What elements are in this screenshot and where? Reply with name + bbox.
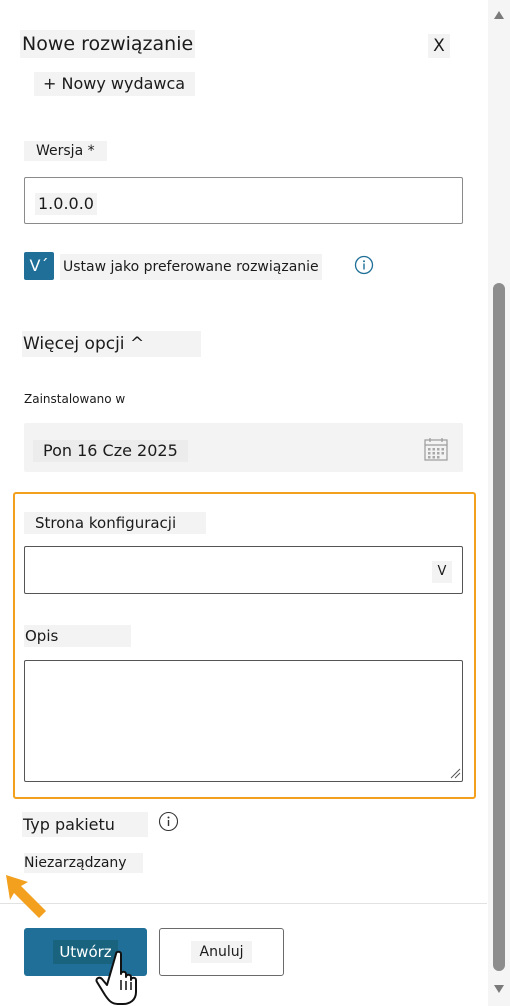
more-options-toggle[interactable]: Więcej opcji ^ [22, 331, 201, 357]
arrow-pointer-icon [6, 875, 46, 918]
hand-cursor-icon [95, 950, 137, 1005]
preferred-checkbox[interactable]: V´ [24, 252, 54, 280]
config-page-select[interactable] [24, 546, 463, 594]
chevron-down-icon[interactable]: V [432, 561, 452, 583]
footer-divider [0, 903, 487, 904]
version-value[interactable]: 1.0.0.0 [35, 193, 97, 215]
package-type-label: Typ pakietu [22, 812, 148, 837]
preferred-label: Ustaw jako preferowane rozwiązanie [60, 254, 322, 280]
scrollbar-thumb[interactable] [493, 283, 505, 971]
resize-grip-icon[interactable] [449, 767, 461, 779]
new-publisher-button[interactable]: + Nowy wydawca [34, 72, 196, 96]
version-label: Wersja * [24, 141, 107, 161]
info-icon[interactable] [158, 811, 179, 832]
info-icon[interactable] [354, 255, 374, 275]
cancel-button-label: Anuluj [190, 941, 253, 963]
scroll-up-icon[interactable] [492, 8, 506, 22]
scroll-down-icon[interactable] [492, 982, 506, 996]
description-textarea[interactable] [24, 660, 463, 782]
calendar-icon [424, 438, 448, 461]
installed-on-label: Zainstalowano w [24, 392, 126, 406]
close-button[interactable]: X [428, 34, 450, 58]
installed-on-value: Pon 16 Cze 2025 [33, 440, 188, 462]
config-page-label: Strona konfiguracji [24, 512, 206, 534]
description-label: Opis [24, 625, 131, 647]
panel-title: Nowe rozwiązanie [20, 30, 196, 58]
cancel-button[interactable]: Anuluj [159, 928, 284, 976]
